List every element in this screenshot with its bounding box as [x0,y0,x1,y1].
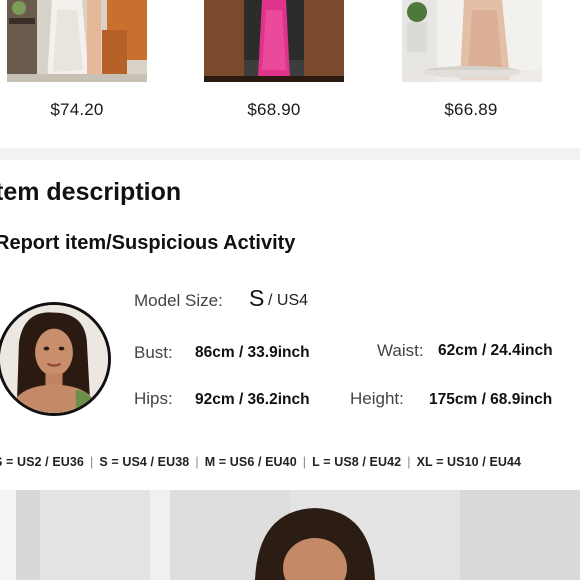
product-detail-photo[interactable] [0,490,580,580]
hips-label: Hips: [134,389,173,408]
product-page: $74.20 $68.90 $66.89 tem description Rep… [0,0,580,580]
model-size-us: / US4 [268,292,309,309]
waist-value: 62cm / 24.4inch [438,342,553,359]
hips-value: 92cm / 36.2inch [195,391,310,408]
size-chart-entry: S = US4 / EU38 [99,455,190,469]
section-divider [0,148,580,160]
model-size-value: S [249,285,265,311]
height-value: 175cm / 68.9inch [429,391,553,408]
product-price-2: $68.90 [247,100,301,119]
report-item-link[interactable]: Report item/Suspicious Activity [0,232,295,255]
size-chart-entry: L = US8 / EU42 [312,455,402,469]
product-price-3: $66.89 [444,100,498,119]
bust-value: 86cm / 33.9inch [195,344,310,361]
size-conversion-chart: S = US2 / EU36 | S = US4 / EU38 | M = US6 / … [0,455,521,469]
height-label: Height: [350,389,404,408]
size-chart-entry: S = US2 / EU36 [0,455,84,469]
size-chart-entry: XL = US10 / EU44 [416,455,522,469]
product-price-1: $74.20 [50,100,104,119]
product-image-2[interactable] [204,0,344,82]
model-avatar [0,302,111,416]
related-products: $74.20 $68.90 $66.89 [0,0,580,150]
bust-label: Bust: [134,343,173,362]
item-description-title: tem description [0,178,182,206]
model-portrait-icon [0,305,108,413]
waist-label: Waist: [377,341,424,360]
size-chart-entry: M = US6 / EU40 [204,455,297,469]
product-image-1[interactable] [7,0,147,82]
model-size-label: Model Size: [134,291,223,310]
product-image-3[interactable] [402,0,542,82]
